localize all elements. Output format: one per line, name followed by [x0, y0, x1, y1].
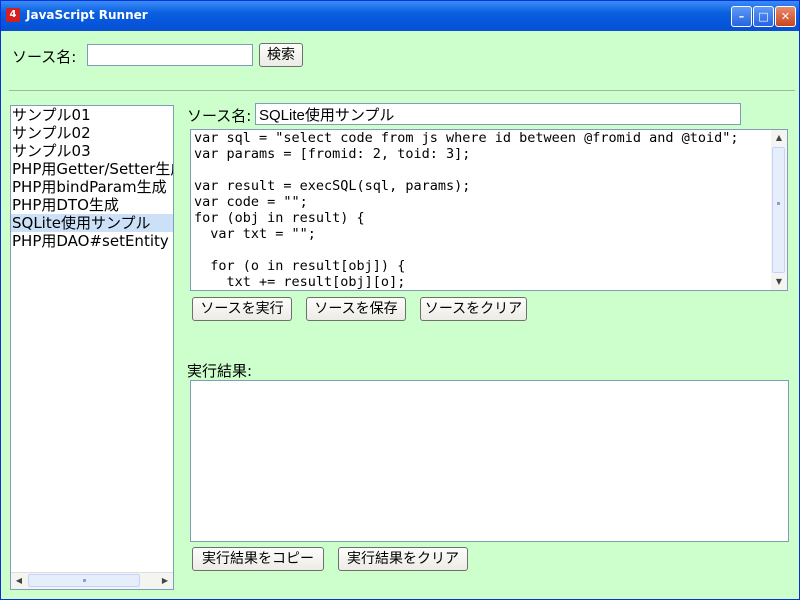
source-list-item[interactable]: サンプル03: [11, 142, 173, 160]
run-source-button[interactable]: ソースを実行: [192, 297, 292, 321]
result-label: 実行結果:: [187, 362, 253, 380]
maximize-button[interactable]: □: [753, 6, 774, 27]
search-label: ソース名:: [12, 48, 77, 66]
list-horizontal-scrollbar[interactable]: ◀ ▶: [11, 572, 173, 589]
scroll-left-arrow-icon[interactable]: ◀: [11, 573, 27, 589]
minimize-button[interactable]: –: [731, 6, 752, 27]
title-bar[interactable]: 4 JavaScript Runner – □ ✕: [1, 1, 799, 31]
list-scroll-thumb[interactable]: [28, 574, 140, 587]
source-list-item[interactable]: PHP用bindParam生成: [11, 178, 173, 196]
grip-icon: [777, 202, 780, 205]
source-list-item[interactable]: PHP用DTO生成: [11, 196, 173, 214]
separator-line: [9, 90, 795, 91]
editor-vertical-scrollbar[interactable]: ▲ ▼: [771, 130, 787, 290]
clear-result-button[interactable]: 実行結果をクリア: [338, 547, 468, 571]
window-title: JavaScript Runner: [26, 8, 148, 22]
source-code-editor[interactable]: var sql = "select code from js where id …: [190, 129, 788, 291]
scroll-down-arrow-icon[interactable]: ▼: [771, 274, 787, 290]
source-list-item[interactable]: PHP用DAO#setEntity: [11, 232, 173, 250]
app-window: 4 JavaScript Runner – □ ✕ ソース名: 検索 サンプル0…: [0, 0, 800, 600]
source-code-text[interactable]: var sql = "select code from js where id …: [191, 130, 787, 290]
source-name-label: ソース名:: [187, 107, 252, 125]
scroll-right-arrow-icon[interactable]: ▶: [157, 573, 173, 589]
grip-icon: [83, 579, 86, 582]
source-list-items: サンプル01 サンプル02 サンプル03 PHP用Getter/Setter生成 PHP…: [11, 106, 173, 250]
source-list-item[interactable]: サンプル02: [11, 124, 173, 142]
close-button[interactable]: ✕: [775, 6, 796, 27]
app-icon: 4: [6, 8, 20, 22]
search-input[interactable]: [87, 44, 253, 66]
source-list-item[interactable]: SQLite使用サンプル: [11, 214, 173, 232]
source-list-item[interactable]: PHP用Getter/Setter生成: [11, 160, 173, 178]
search-button[interactable]: 検索: [259, 43, 303, 67]
source-list-item[interactable]: サンプル01: [11, 106, 173, 124]
source-name-field[interactable]: [255, 103, 741, 125]
save-source-button[interactable]: ソースを保存: [306, 297, 406, 321]
copy-result-button[interactable]: 実行結果をコピー: [192, 547, 324, 571]
editor-scroll-thumb[interactable]: [772, 147, 785, 273]
result-output[interactable]: [190, 380, 789, 542]
scroll-up-arrow-icon[interactable]: ▲: [771, 130, 787, 146]
clear-source-button[interactable]: ソースをクリア: [420, 297, 527, 321]
source-list[interactable]: サンプル01 サンプル02 サンプル03 PHP用Getter/Setter生成 PHP…: [10, 105, 174, 590]
